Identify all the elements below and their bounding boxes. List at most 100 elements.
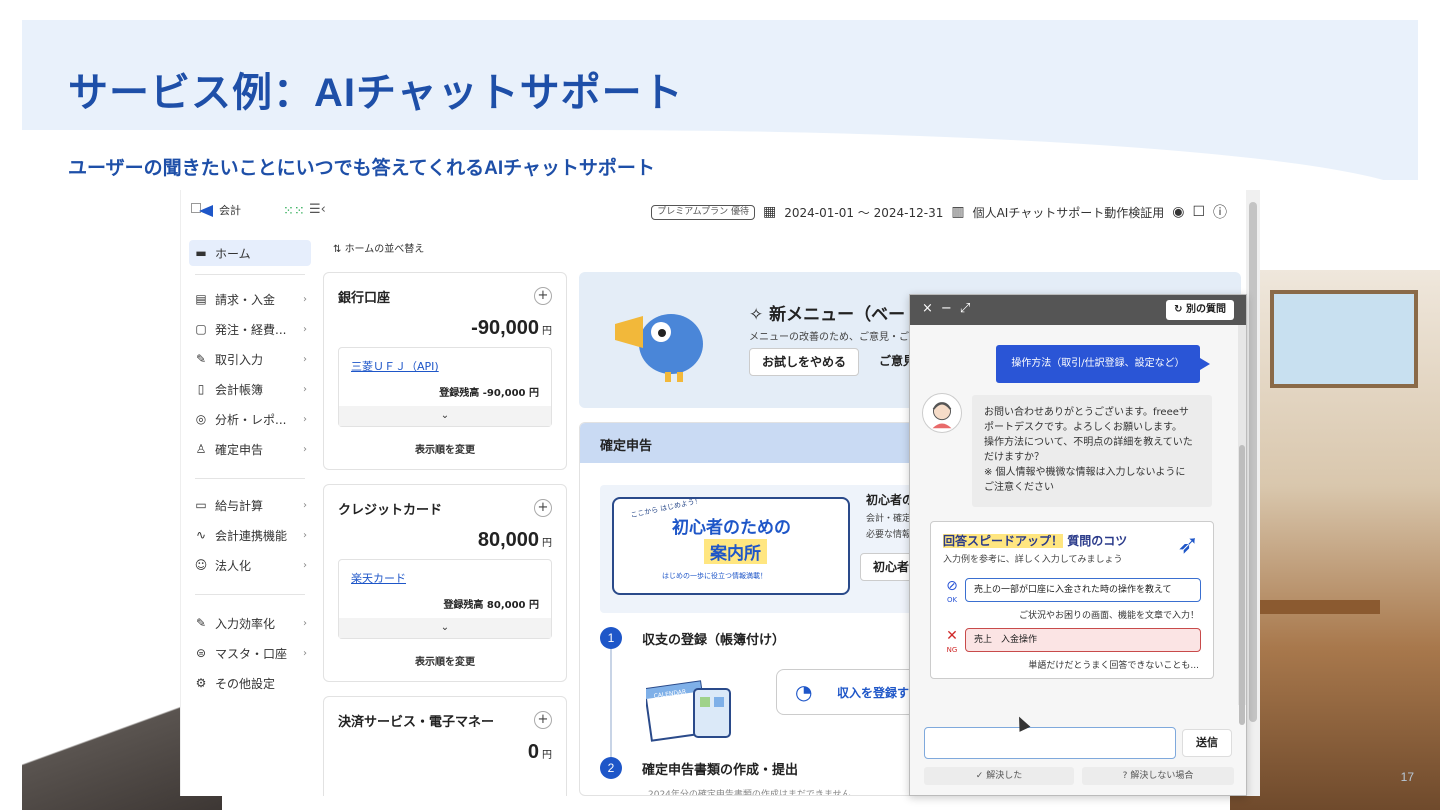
settings-icon: ⚙ bbox=[195, 676, 207, 690]
resolved-button[interactable]: ✓ 解決した bbox=[924, 767, 1074, 785]
sidebar-item-label: 会計連携機能 bbox=[215, 528, 288, 543]
company-name[interactable]: 個人AIチャットサポート動作検証用 bbox=[973, 204, 1165, 221]
freee-logo[interactable]: 会計 bbox=[191, 202, 241, 218]
credit-card-item: 楽天カード 登録残高 80,000 円 ⌄ bbox=[338, 559, 552, 639]
bank-sort-link[interactable]: 表示順を変更 bbox=[324, 441, 566, 456]
chat-scrollbar[interactable] bbox=[1238, 325, 1246, 725]
minimize-icon[interactable]: − bbox=[941, 301, 960, 316]
slide-page-number: 17 bbox=[1400, 770, 1414, 784]
chevron-down-icon[interactable]: ⌄ bbox=[339, 618, 551, 638]
chat-message-input[interactable] bbox=[924, 727, 1176, 759]
cross-icon: ✕ bbox=[946, 628, 958, 644]
pen-icon: ✎ bbox=[195, 352, 207, 366]
link-icon: ∿ bbox=[195, 528, 207, 542]
unresolved-button[interactable]: ? 解決しない場合 bbox=[1082, 767, 1234, 785]
credit-balance: 登録残高 80,000 円 bbox=[443, 600, 539, 611]
credit-card-link[interactable]: 楽天カード bbox=[351, 570, 406, 586]
send-button[interactable]: 送信 bbox=[1182, 729, 1232, 757]
bank-balance: 登録残高 -90,000 円 bbox=[439, 388, 539, 399]
sidebar-item-integrations[interactable]: ∿ 会計連携機能 › bbox=[189, 522, 311, 548]
credit-sort-link[interactable]: 表示順を変更 bbox=[324, 653, 566, 668]
add-credit-button[interactable]: + bbox=[534, 499, 552, 517]
ng-example: 売上 入金操作 bbox=[965, 628, 1201, 652]
guide-title-2: 案内所 bbox=[704, 539, 767, 564]
account-icon[interactable]: ◉ bbox=[1172, 204, 1184, 220]
calendar-icon: ▦ bbox=[763, 204, 777, 220]
sidebar-item-payroll[interactable]: ▭ 給与計算 › bbox=[189, 492, 311, 518]
sidebar-item-label: 発注・経費... bbox=[215, 322, 287, 337]
sidebar-item-label: 請求・入金 bbox=[215, 292, 276, 307]
chevron-right-icon: › bbox=[303, 529, 307, 541]
sparkle-icon: ✧ bbox=[749, 305, 770, 325]
chat-titlebar: ×−⤢ ↻ 別の質問 bbox=[910, 295, 1246, 325]
refresh-icon: ↻ bbox=[1174, 304, 1186, 315]
sidebar-divider bbox=[195, 274, 305, 275]
bank-account-card: 銀行口座 + -90,000 円 三菱ＵＦＪ（API) 登録残高 -90,000 … bbox=[323, 272, 567, 470]
sidebar-item-settings[interactable]: ⚙ その他設定 bbox=[189, 670, 311, 696]
header-right: プレミアムプラン 優待 ▦ 2024-01-01 ～ 2024-12-31 ▥ … bbox=[651, 202, 1227, 222]
piggy-bank-icon: ◔ bbox=[795, 680, 813, 704]
add-bank-button[interactable]: + bbox=[534, 287, 552, 305]
chevron-right-icon: › bbox=[303, 323, 307, 335]
apps-grid-icon[interactable]: ⁙⁙ bbox=[283, 204, 305, 219]
guide-side-text: 会計・確定 必要な情報 bbox=[866, 514, 912, 540]
sidebar-item-transactions[interactable]: ✎ 取引入力 › bbox=[189, 346, 311, 372]
tips-title: 回答スピードアップ！ 質問のコツ bbox=[943, 534, 1128, 548]
ok-example: 売上の一部が口座に入金された時の操作を教えて bbox=[965, 578, 1201, 602]
document-icon: ▤ bbox=[195, 292, 207, 306]
expand-icon[interactable]: ⤢ bbox=[960, 301, 978, 316]
other-question-button[interactable]: ↻ 別の質問 bbox=[1166, 300, 1234, 320]
payroll-icon: ▭ bbox=[195, 498, 207, 512]
user-message: 操作方法（取引/仕訳登録、設定など） bbox=[996, 345, 1210, 383]
home-sort[interactable]: ⇅ ホームの並べ替え bbox=[333, 240, 424, 255]
question-tips-card: 回答スピードアップ！ 質問のコツ 入力例を参考に、詳しく入力してみましょう ➶ … bbox=[930, 521, 1214, 679]
sidebar-item-home[interactable]: ▬ ホーム bbox=[189, 240, 311, 266]
message-icon[interactable]: ☐ bbox=[1192, 204, 1205, 220]
guide-title: 初心者のための bbox=[672, 518, 791, 538]
chevron-right-icon: › bbox=[303, 293, 307, 305]
chevron-right-icon: › bbox=[303, 383, 307, 395]
stop-trial-button[interactable]: お試しをやめる bbox=[749, 348, 860, 376]
chevron-right-icon: › bbox=[303, 443, 307, 455]
banner-text: メニューの改善のため、ご意見・ご bbox=[749, 332, 909, 343]
ai-chat-panel: ×−⤢ ↻ 別の質問 操作方法（取引/仕訳登録、設定など） お問い合わせありがと… bbox=[909, 294, 1247, 796]
help-icon[interactable]: ⓘ bbox=[1213, 202, 1227, 222]
step-1-title: 収支の登録（帳簿付け） bbox=[642, 633, 786, 648]
chat-scrollbar-thumb[interactable] bbox=[1239, 445, 1245, 725]
efficiency-icon: ✎ bbox=[195, 616, 207, 630]
sidebar-item-masters[interactable]: ⊜ マスタ・口座 › bbox=[189, 640, 311, 666]
credit-card-title: クレジットカード bbox=[338, 503, 443, 518]
book-icon: ▯ bbox=[197, 382, 205, 396]
app-scrollbar-thumb[interactable] bbox=[1249, 202, 1257, 722]
collapse-sidebar-icon[interactable]: ☰‹ bbox=[309, 202, 326, 217]
app-scrollbar[interactable] bbox=[1246, 190, 1260, 796]
calendar-illustration: CALENDAR bbox=[646, 680, 731, 742]
slide-subtitle: ユーザーの聞きたいことにいつでも答えてくれるAIチャットサポート bbox=[68, 158, 655, 179]
payment-card-title: 決済サービス・電子マネー bbox=[338, 715, 495, 730]
sidebar-item-reports[interactable]: ◎ 分析・レポ... › bbox=[189, 406, 311, 432]
guide-foot: はじめの一歩に役立つ情報満載！ bbox=[662, 572, 767, 580]
add-payment-button[interactable]: + bbox=[534, 711, 552, 729]
bank-total-amount: -90,000 円 bbox=[471, 317, 552, 339]
sidebar-item-incorporation[interactable]: ☺ 法人化 › bbox=[189, 552, 311, 578]
sidebar-item-orders[interactable]: ▢ 発注・経費... › bbox=[189, 316, 311, 342]
bank-card-title: 銀行口座 bbox=[338, 291, 391, 306]
bank-account-link[interactable]: 三菱ＵＦＪ（API) bbox=[351, 358, 439, 374]
sidebar-item-efficiency[interactable]: ✎ 入力効率化 › bbox=[189, 610, 311, 636]
sidebar-item-label: ホーム bbox=[215, 246, 251, 261]
sidebar-item-billing[interactable]: ▤ 請求・入金 › bbox=[189, 286, 311, 312]
close-icon[interactable]: × bbox=[922, 301, 941, 316]
analysis-icon: ◎ bbox=[195, 412, 207, 426]
ok-note: ご状況やお困りの画面、機能を文章で入力！ bbox=[1018, 611, 1199, 621]
home-sort-label: ホームの並べ替え bbox=[344, 244, 425, 255]
ng-note: 単語だけだとうまく回答できないことも... bbox=[1028, 661, 1199, 671]
sidebar-item-ledgers[interactable]: ▯ 会計帳簿 › bbox=[189, 376, 311, 402]
chevron-down-icon[interactable]: ⌄ bbox=[339, 406, 551, 426]
beginner-guide-card[interactable]: ここから はじめよう！ 初心者のための 案内所 はじめの一歩に役立つ情報満載！ bbox=[612, 497, 850, 595]
step-2-note: 2024年分の確定申告書類の作成はまだできません bbox=[648, 790, 851, 796]
chevron-right-icon: › bbox=[303, 647, 307, 659]
fiscal-period[interactable]: 2024-01-01 ～ 2024-12-31 bbox=[784, 204, 943, 221]
sidebar-item-tax-return[interactable]: ♙ 確定申告 › bbox=[189, 436, 311, 462]
step-1-number: 1 bbox=[600, 627, 622, 649]
sidebar-item-label: 確定申告 bbox=[215, 442, 264, 457]
